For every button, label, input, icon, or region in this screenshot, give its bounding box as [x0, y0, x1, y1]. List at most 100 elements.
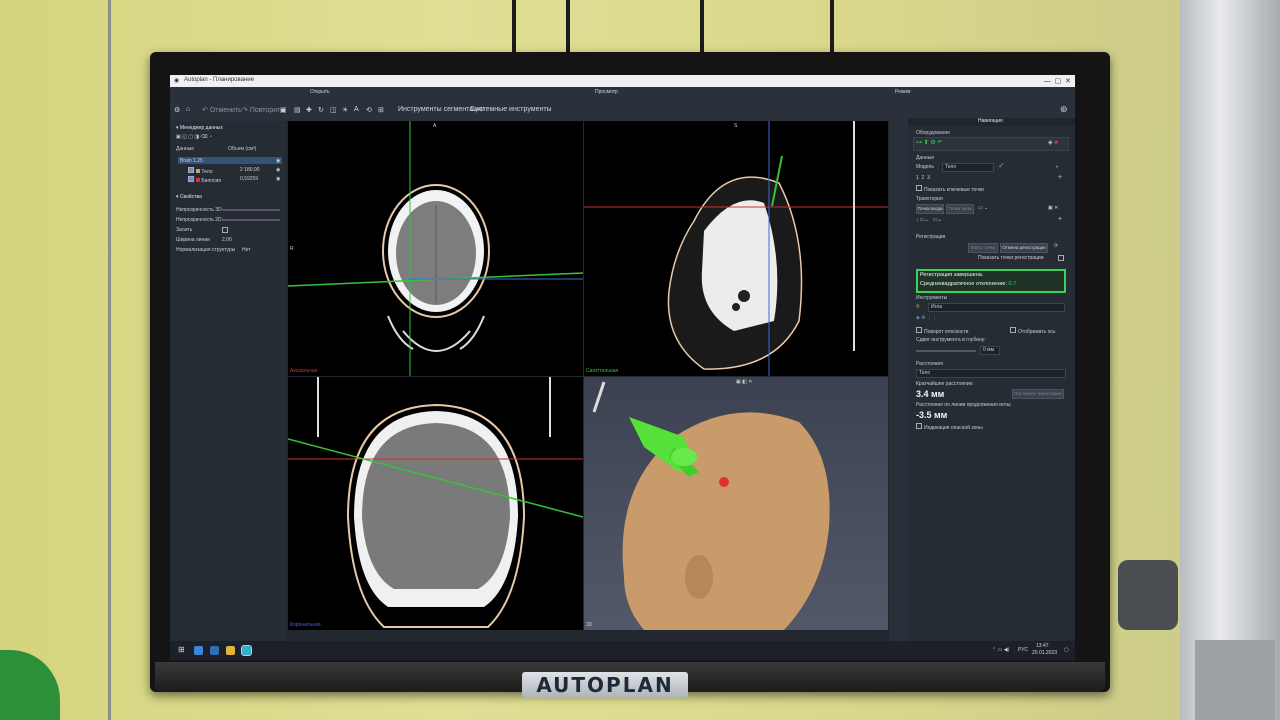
- rotate-icon[interactable]: ↻: [318, 106, 324, 114]
- show-key-points-checkbox[interactable]: Показать ключевые точки: [916, 185, 984, 193]
- properties-header[interactable]: ▾ Свойства: [176, 194, 202, 200]
- depth-shift-input[interactable]: 0 мм: [980, 346, 1000, 355]
- taskbar-app-icon[interactable]: [194, 646, 203, 655]
- brightness-icon[interactable]: ☀: [342, 106, 348, 114]
- border-width-input[interactable]: 2,00: [222, 237, 232, 243]
- line-distance-label: Расстояние по линии продолжения иглы:: [916, 402, 1012, 408]
- toolbar-section-modes: Режим: [895, 89, 911, 95]
- trajectory-select[interactable]: ▭ ⌄: [978, 205, 988, 211]
- refresh-icon[interactable]: ⟳: [1054, 243, 1058, 249]
- show-key-points-label: Показать ключевые точки: [924, 187, 984, 193]
- ruler-icon[interactable]: ◫: [330, 106, 337, 114]
- toolbar: Открыть Просмотр Режим ⚙ ⌂ ↶ Отменить ↷ …: [170, 87, 1075, 122]
- notification-icon[interactable]: ▢: [1064, 647, 1069, 653]
- zoom-ruler[interactable]: [889, 121, 908, 641]
- add-point-button[interactable]: Взять точку: [968, 243, 998, 253]
- depth-shift-label: Сдвиг инструмента в глубину:: [916, 337, 986, 343]
- add-trajectory-icon[interactable]: +: [1058, 216, 1062, 223]
- show-axis-checkbox[interactable]: Отображать ось: [1010, 327, 1056, 335]
- visibility-icon[interactable]: ◉: [276, 167, 280, 173]
- layout-icon[interactable]: ⊞: [378, 106, 384, 114]
- redo-button[interactable]: ↷ Повторить: [242, 106, 284, 114]
- instrument-mode-icons[interactable]: ◈ ✣ ⋮⋮: [916, 315, 937, 321]
- rotate-plane-checkbox[interactable]: Поворот плоскости: [916, 327, 968, 335]
- rms-text: Среднеквадратичное отклонение: 0.7: [920, 281, 1016, 287]
- system-tools-tab[interactable]: Системные инструменты: [470, 106, 552, 113]
- orientation-select[interactable]: Нет: [242, 247, 251, 253]
- coronal-ct-image: [288, 377, 583, 628]
- opacity-2d-slider[interactable]: [222, 219, 280, 221]
- viewport-coronal-label: Корональная: [290, 622, 321, 628]
- home-icon[interactable]: ⌂: [186, 106, 190, 113]
- instruments-header: Инструменты: [916, 295, 948, 301]
- border-width-label: Ширина линии: [176, 237, 210, 243]
- trajectory-delete-icon[interactable]: ▣ ✕: [1048, 205, 1058, 211]
- data-manager-header[interactable]: ▾ Менеджер данных: [176, 125, 223, 131]
- check-icon: ✓: [998, 161, 1005, 170]
- 3d-head-render: [592, 381, 830, 630]
- axial-ct-image: [288, 121, 583, 376]
- settings-icon[interactable]: ⊛: [1060, 104, 1068, 115]
- viewport-coronal[interactable]: Корональная: [288, 377, 583, 630]
- visibility-icon[interactable]: ◉: [276, 176, 280, 182]
- trajectory-edit-icons[interactable]: ↕ ▭⌄ ▭⌄: [916, 217, 942, 223]
- add-icon[interactable]: +: [1058, 174, 1062, 181]
- data-item-name: Brain 1.25: [180, 158, 203, 164]
- language-indicator[interactable]: РУС: [1018, 647, 1028, 653]
- folder-icon[interactable]: [226, 646, 235, 655]
- equipment-header: Оборудование: [916, 130, 951, 136]
- data-manager-title: Менеджер данных: [179, 125, 223, 131]
- cable: [830, 0, 834, 60]
- trajectory-header: Траектория: [916, 196, 943, 202]
- text-icon[interactable]: A: [354, 106, 359, 113]
- window-controls[interactable]: — ▢ ✕: [1044, 77, 1071, 85]
- entry-point-button[interactable]: Точка входа: [916, 204, 944, 214]
- show-reg-points-checkbox[interactable]: [1058, 255, 1066, 263]
- eye-icon[interactable]: ◐: [1056, 164, 1059, 170]
- app-icon: ◉: [174, 78, 180, 84]
- rms-value: 0.7: [1008, 281, 1017, 287]
- crosshair-icon[interactable]: ✚: [306, 106, 312, 114]
- toolbar-section-view: Просмотр: [595, 89, 618, 95]
- open-folder-icon[interactable]: ▤: [294, 106, 301, 114]
- tray-icons[interactable]: ⌃ ▭ ◀): [992, 647, 1009, 653]
- model-select[interactable]: Тело: [942, 163, 994, 172]
- build-trajectory-button[interactable]: Построить траекторию: [1012, 389, 1064, 399]
- rotate-plane-label: Поворот плоскости: [924, 329, 969, 335]
- toolbar-section-open: Открыть: [310, 89, 330, 95]
- data-manager-toolbar[interactable]: ▣ ◱ ▢ ◨ ⌫ ◔: [176, 134, 212, 140]
- autoplan-taskbar-icon[interactable]: [241, 645, 252, 656]
- save-icon[interactable]: ▣: [280, 106, 287, 114]
- viewport-3d[interactable]: ▣ ◧ ✕ 3D: [584, 377, 888, 630]
- 3d-toolbar-icons[interactable]: ▣ ◧ ✕: [736, 379, 752, 385]
- step-indicator[interactable]: 1 2 3: [916, 175, 930, 181]
- cancel-registration-button[interactable]: Отмена регистрации: [1000, 243, 1048, 253]
- visibility-icon[interactable]: ◉: [276, 158, 280, 164]
- instrument-select[interactable]: Игла: [928, 303, 1065, 312]
- reset-icon[interactable]: ⟲: [366, 106, 372, 114]
- undo-button[interactable]: ↶ Отменить: [202, 106, 242, 114]
- opacity-3d-slider[interactable]: [222, 209, 280, 211]
- checkbox[interactable]: [188, 176, 194, 182]
- clock-date[interactable]: 20.01.2023: [1032, 650, 1057, 656]
- fill-checkbox[interactable]: [222, 227, 230, 235]
- equipment-stop-icon[interactable]: ◈ ■: [1048, 139, 1058, 146]
- viewport-axial[interactable]: A R Аксиальная: [288, 121, 583, 376]
- opacity-2d-label: Непрозрачность 2D: [176, 217, 222, 223]
- indicate-zone-checkbox[interactable]: Индикация опасной зоны: [916, 423, 983, 431]
- checkbox[interactable]: [188, 167, 194, 173]
- windows-start-icon[interactable]: ⊞: [178, 645, 187, 654]
- data-item-biopsy[interactable]: Биопсия: [188, 176, 221, 184]
- line-distance-value: -3.5 мм: [916, 410, 948, 420]
- data-item-brain[interactable]: Brain 1.25: [180, 158, 203, 164]
- data-item-body[interactable]: Тело: [188, 167, 213, 175]
- target-point-button[interactable]: Точка цели: [946, 204, 974, 214]
- gear-icon[interactable]: ⚙: [174, 106, 180, 114]
- distance-target-select[interactable]: Тело: [916, 369, 1066, 378]
- taskbar-app-icon[interactable]: [210, 646, 219, 655]
- viewport-sagittal[interactable]: S Сагиттальная: [584, 121, 888, 376]
- equipment-icons[interactable]: ⊶ ⬆ ⚙ ↶: [916, 139, 942, 146]
- depth-shift-slider[interactable]: [916, 350, 976, 352]
- clock-time[interactable]: 13:47: [1036, 643, 1049, 649]
- registration-done-text: Регистрация завершена.: [920, 272, 984, 278]
